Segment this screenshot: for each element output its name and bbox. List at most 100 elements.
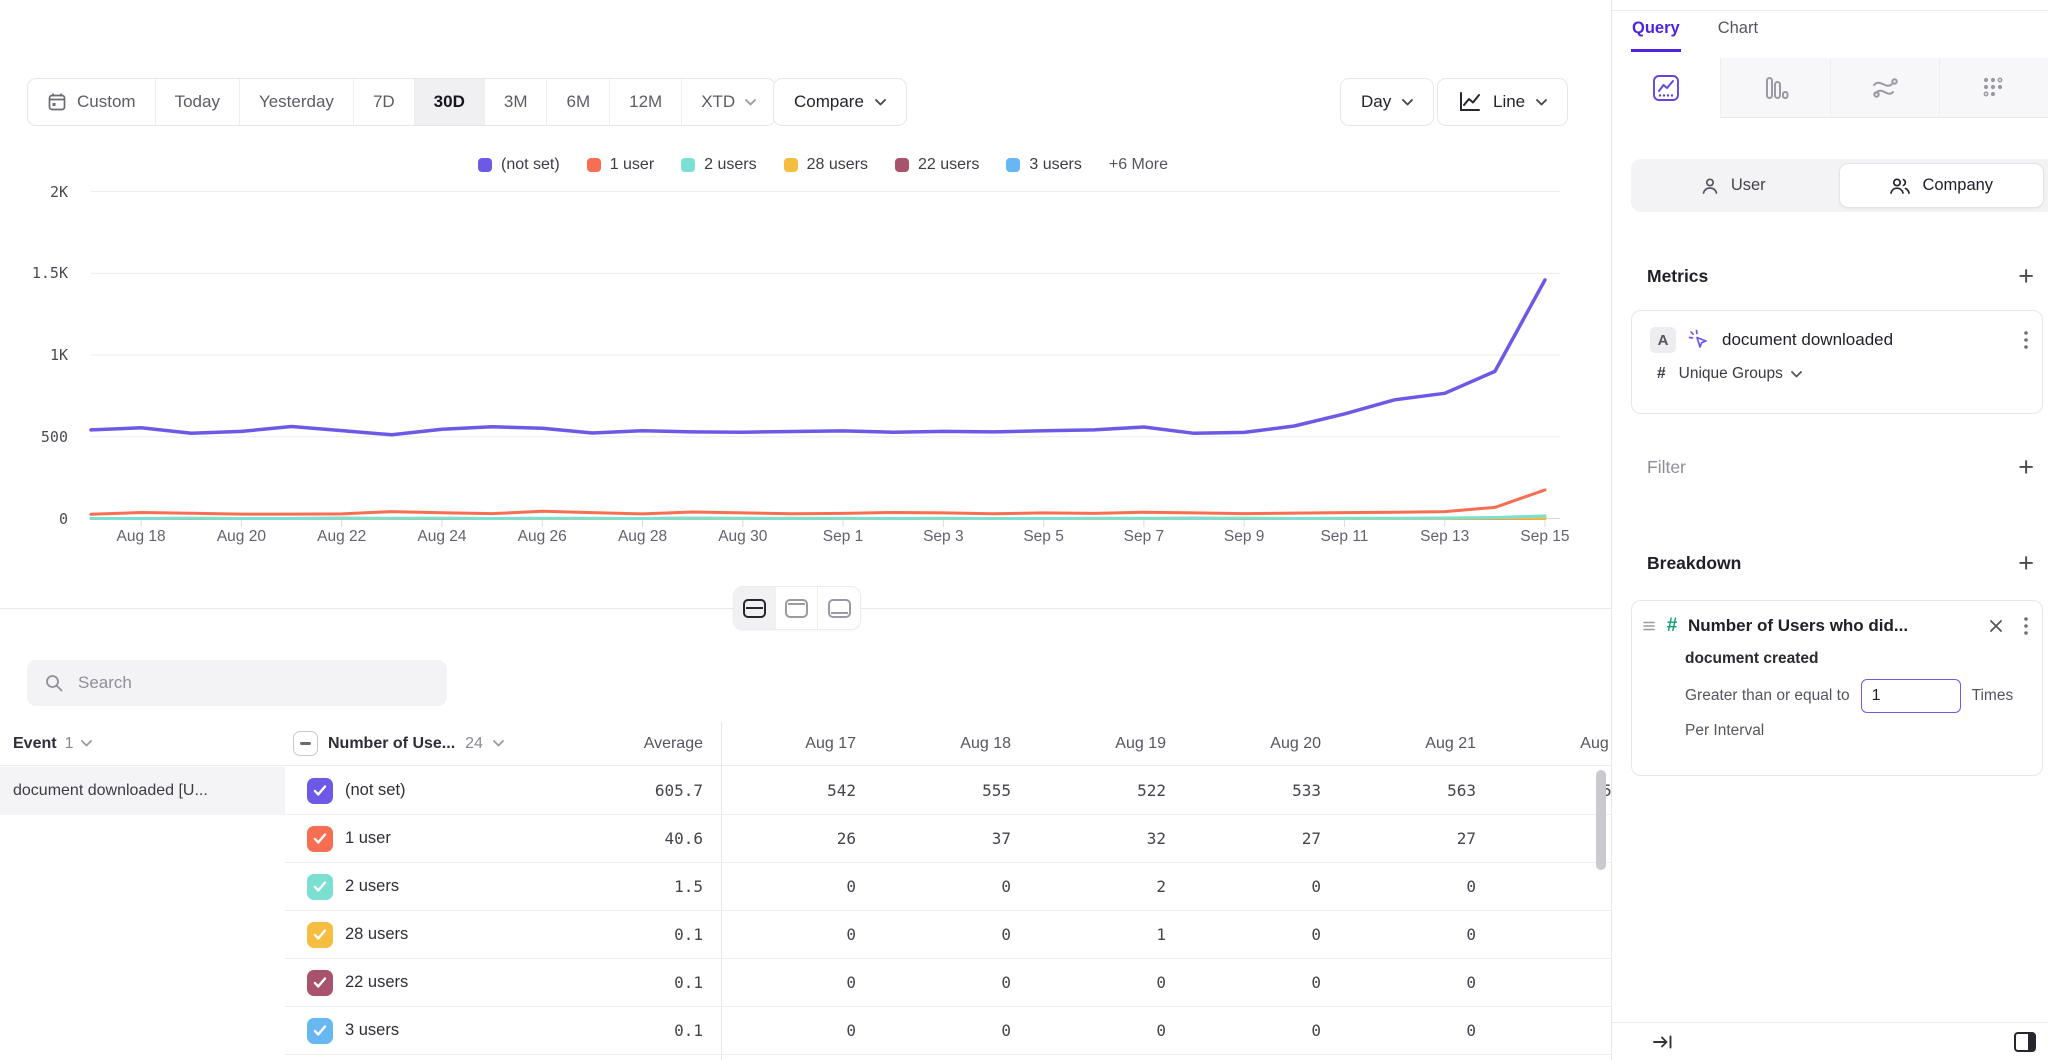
breakdown-event-name: document created	[1640, 650, 2028, 668]
panel-tabs: Query Chart	[1631, 13, 1759, 52]
collapse-panel-icon[interactable]	[1652, 1033, 1674, 1051]
user-icon	[1700, 176, 1720, 196]
layout-chart-button[interactable]	[776, 587, 818, 629]
value-cell: 0	[1496, 877, 1612, 896]
value-cell: 0	[721, 877, 876, 896]
event-list-item[interactable]: document downloaded [U...	[0, 767, 285, 815]
date-column-header[interactable]: Aug 22	[1496, 735, 1612, 753]
x-axis-label: Aug 26	[487, 528, 597, 546]
chart-type-bar-tab[interactable]	[1720, 58, 1829, 118]
x-axis-label: Aug 18	[86, 528, 196, 546]
metric-card[interactable]: A document downloaded # Unique Groups	[1631, 310, 2043, 414]
add-breakdown-button[interactable]: +	[2018, 550, 2034, 577]
add-metric-button[interactable]: +	[2018, 263, 2034, 290]
layout-table-button[interactable]	[818, 587, 860, 629]
table-scrollbar[interactable]	[1596, 770, 1606, 870]
value-cell: 32	[1031, 829, 1186, 848]
breakdown-property-name: Number of Users who did...	[1688, 616, 1982, 636]
table-body: (not set) 605.7542555522533563533 1 user…	[285, 767, 1612, 1055]
x-axis-label: Aug 24	[387, 528, 497, 546]
chart-type-flow-tab[interactable]	[1830, 58, 1939, 118]
value-cell: 0	[1186, 1021, 1341, 1040]
tab-query[interactable]: Query	[1631, 13, 1681, 52]
table-row: 1 user 40.6263732272728	[285, 815, 1612, 863]
date-column-header[interactable]: Aug 21	[1341, 735, 1496, 753]
chart-view-icon	[785, 599, 808, 618]
value-cell: 533	[1496, 781, 1612, 800]
flow-chart-icon	[1870, 73, 1900, 103]
breakdown-card[interactable]: # Number of Users who did... document cr…	[1631, 600, 2043, 776]
x-axis-label: Aug 30	[688, 528, 798, 546]
chart-type-line-tab[interactable]	[1612, 58, 1720, 118]
value-cell: 522	[1031, 781, 1186, 800]
layout-split-button[interactable]	[734, 587, 776, 629]
chart-main-area: CustomTodayYesterday7D30D3M6M12MXTD Comp…	[0, 0, 1612, 1060]
condition-label: Greater than or equal to	[1685, 687, 1850, 705]
x-axis-label: Sep 3	[888, 528, 998, 546]
date-column-header[interactable]: Aug 19	[1031, 735, 1186, 753]
measure-selector[interactable]: Unique Groups	[1679, 365, 1802, 383]
search-input[interactable]	[78, 673, 430, 693]
panel-top-divider	[1612, 10, 2048, 11]
event-column-header[interactable]: Event 1	[0, 735, 285, 753]
line-chart-box-icon	[1651, 73, 1681, 103]
event-header-label: Event	[13, 735, 57, 753]
chevron-down-icon	[1791, 371, 1802, 378]
data-grid-icon	[1979, 73, 2009, 103]
value-cell: 2	[1031, 877, 1186, 896]
metrics-title: Metrics	[1647, 266, 1708, 287]
filter-section-header: Filter +	[1647, 449, 2034, 485]
toggle-option-company[interactable]: Company	[1839, 163, 2045, 208]
value-cell: 0	[1186, 973, 1341, 992]
x-axis-label: Sep 1	[788, 528, 898, 546]
row-checkbox[interactable]	[307, 1018, 333, 1044]
close-icon[interactable]	[1989, 619, 2003, 633]
value-cell: 0	[876, 973, 1031, 992]
times-value-input[interactable]	[1861, 679, 1961, 713]
average-cell: 1.5	[545, 877, 721, 896]
value-cell: 0	[1496, 1021, 1612, 1040]
average-column-header[interactable]: Average	[545, 735, 721, 753]
value-cell: 533	[1186, 781, 1341, 800]
value-cell: 0	[1186, 925, 1341, 944]
kebab-menu-icon[interactable]	[2024, 617, 2028, 635]
times-unit-label: Times	[1972, 687, 2014, 705]
y-axis-label: 1K	[10, 346, 68, 364]
company-icon	[1889, 176, 1911, 196]
row-checkbox[interactable]	[307, 922, 333, 948]
toggle-option-user[interactable]: User	[1631, 159, 1835, 212]
group-column-header[interactable]: Number of Use... 24	[285, 731, 545, 756]
drag-handle-icon[interactable]	[1642, 620, 1656, 632]
metric-event-name: document downloaded	[1722, 330, 2012, 350]
chart-type-grid-tab[interactable]	[1939, 58, 2048, 118]
date-column-header[interactable]: Aug 18	[876, 735, 1031, 753]
kebab-menu-icon[interactable]	[2024, 331, 2028, 349]
average-cell: 605.7	[545, 781, 721, 800]
row-label: 22 users	[345, 973, 408, 992]
add-filter-button[interactable]: +	[2018, 454, 2034, 481]
row-checkbox[interactable]	[307, 970, 333, 996]
value-cell: 0	[1031, 1021, 1186, 1040]
metric-badge: A	[1650, 327, 1676, 353]
value-cell: 555	[876, 781, 1031, 800]
query-panel: Query Chart User Company Metrics + A	[1612, 0, 2048, 1060]
table-row: 3 users 0.1000000	[285, 1007, 1612, 1055]
date-column-header[interactable]: Aug 20	[1186, 735, 1341, 753]
row-checkbox[interactable]	[307, 826, 333, 852]
date-column-header[interactable]: Aug 17	[721, 735, 876, 753]
breakdown-title: Breakdown	[1647, 553, 1741, 574]
table-header-row: Event 1 Number of Use... 24 Average Aug …	[0, 722, 1612, 766]
breakdown-section-header: Breakdown +	[1647, 545, 2034, 581]
row-checkbox[interactable]	[307, 778, 333, 804]
tab-chart[interactable]: Chart	[1717, 13, 1759, 52]
table-row: 2 users 1.5002000	[285, 863, 1612, 911]
row-checkbox[interactable]	[307, 874, 333, 900]
hash-icon: #	[1657, 365, 1666, 383]
select-all-checkbox[interactable]	[293, 731, 318, 756]
company-label: Company	[1922, 176, 1993, 195]
value-cell: 0	[721, 925, 876, 944]
row-label: 28 users	[345, 925, 408, 944]
side-panel-icon[interactable]	[2012, 1030, 2038, 1054]
line-chart	[0, 0, 1612, 560]
search-box	[27, 660, 447, 706]
